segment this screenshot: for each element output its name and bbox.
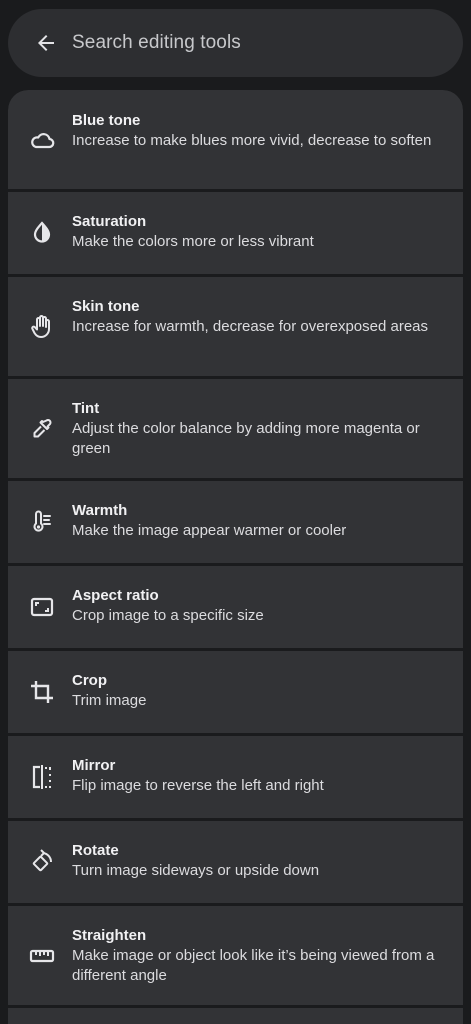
tool-item-skin-tone[interactable]: Skin tone Increase for warmth, decrease … <box>8 277 463 376</box>
tool-description: Make image or object look like it’s bein… <box>72 947 435 984</box>
tool-description: Make the image appear warmer or cooler <box>72 522 347 539</box>
mirror-icon <box>28 763 56 791</box>
tool-item-blue-tone[interactable]: Blue tone Increase to make blues more vi… <box>8 90 463 189</box>
rotate-icon <box>28 848 56 876</box>
tool-item-crop[interactable]: Crop Trim image <box>8 651 463 733</box>
tool-name: Skin tone <box>72 298 140 315</box>
aspect-ratio-icon <box>28 593 56 621</box>
tool-item-straighten[interactable]: Straighten Make image or object look lik… <box>8 906 463 1005</box>
tool-description: Make the colors more or less vibrant <box>72 233 314 250</box>
contrast-drop-icon <box>28 219 56 247</box>
list-item-partial <box>8 1008 463 1024</box>
tool-name: Warmth <box>72 502 128 519</box>
tool-name: Tint <box>72 400 100 417</box>
tool-name: Saturation <box>72 213 147 230</box>
tool-name: Blue tone <box>72 112 141 129</box>
tool-description: Turn image sideways or upside down <box>72 862 320 879</box>
crop-icon <box>28 678 56 706</box>
tool-description: Adjust the color balance by adding more … <box>72 420 420 457</box>
cloud-icon <box>28 126 56 154</box>
back-button[interactable] <box>26 23 66 63</box>
ruler-icon <box>28 942 56 970</box>
search-bar[interactable]: Search editing tools <box>8 9 463 77</box>
thermometer-icon <box>28 508 56 536</box>
tool-name: Rotate <box>72 842 119 859</box>
back-arrow-icon[interactable] <box>34 31 58 55</box>
search-input[interactable]: Search editing tools <box>72 32 241 54</box>
tool-item-rotate[interactable]: Rotate Turn image sideways or upside dow… <box>8 821 463 903</box>
tool-description: Increase for warmth, decrease for overex… <box>72 318 429 335</box>
tool-item-aspect-ratio[interactable]: Aspect ratio Crop image to a specific si… <box>8 566 463 648</box>
tool-description: Flip image to reverse the left and right <box>72 777 324 794</box>
tool-name: Crop <box>72 672 107 689</box>
editing-tools-list: Blue tone Increase to make blues more vi… <box>8 90 463 1024</box>
tool-item-tint[interactable]: Tint Adjust the color balance by adding … <box>8 379 463 478</box>
tool-item-warmth[interactable]: Warmth Make the image appear warmer or c… <box>8 481 463 563</box>
tool-name: Aspect ratio <box>72 587 159 604</box>
tool-item-mirror[interactable]: Mirror Flip image to reverse the left an… <box>8 736 463 818</box>
eyedropper-icon <box>28 415 56 443</box>
tool-description: Trim image <box>72 692 147 709</box>
tool-item-saturation[interactable]: Saturation Make the colors more or less … <box>8 192 463 274</box>
tool-description: Crop image to a specific size <box>72 607 264 624</box>
tool-name: Straighten <box>72 927 147 944</box>
hand-icon <box>28 313 56 341</box>
tool-description: Increase to make blues more vivid, decre… <box>72 132 432 149</box>
tool-name: Mirror <box>72 757 116 774</box>
